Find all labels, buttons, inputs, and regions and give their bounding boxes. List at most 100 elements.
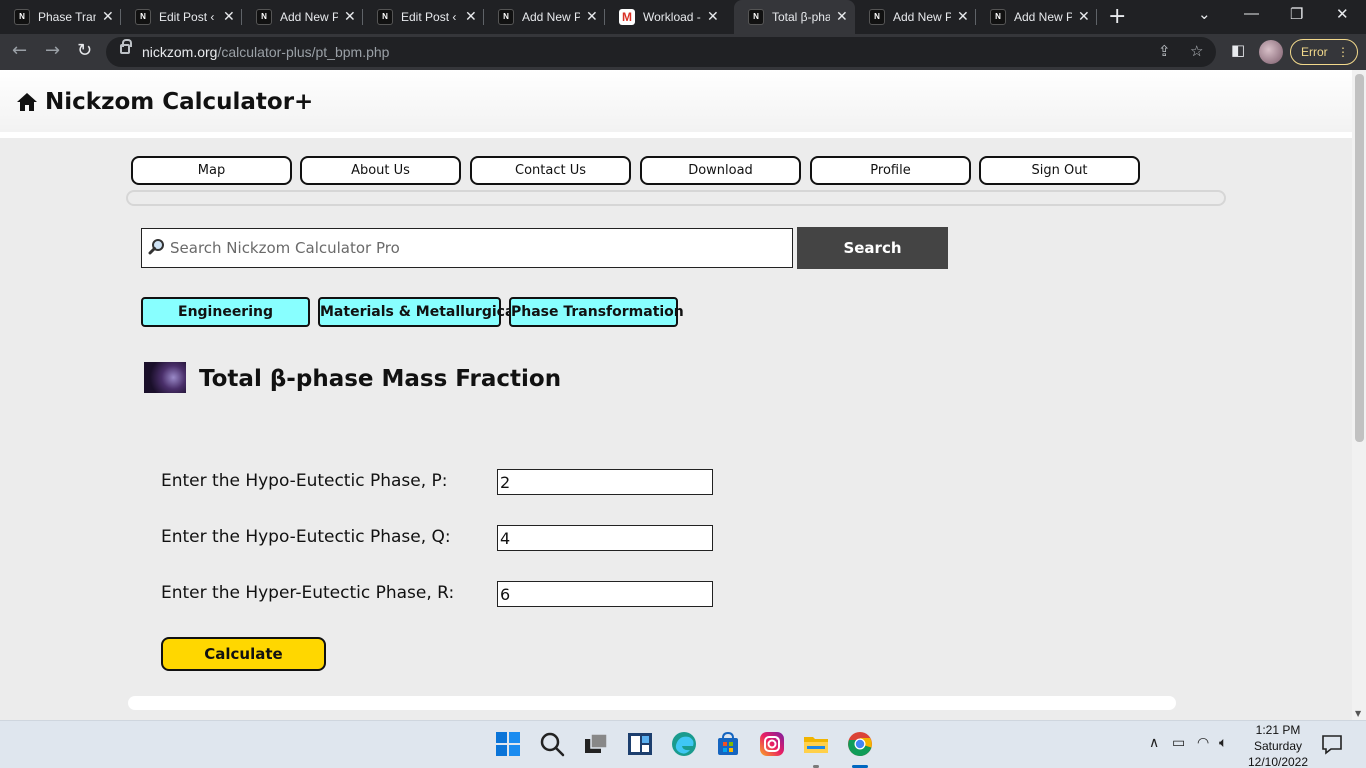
- phase-q-input[interactable]: [497, 525, 713, 551]
- browser-tab[interactable]: N Edit Post ‹ ✕: [363, 0, 484, 34]
- calculate-button[interactable]: Calculate: [161, 637, 326, 671]
- volume-icon[interactable]: 🔈︎: [1219, 735, 1227, 751]
- nickzom-icon: N: [990, 9, 1006, 25]
- menu-download-button[interactable]: Download: [640, 156, 801, 185]
- browser-tab[interactable]: N Edit Post ‹ ✕: [121, 0, 242, 34]
- close-icon[interactable]: ✕: [957, 8, 969, 24]
- field-label-q: Enter the Hypo-Eutectic Phase, Q:: [161, 527, 451, 547]
- category-materials-button[interactable]: Materials & Metallurgical: [318, 297, 519, 327]
- menu-contact-us-button[interactable]: Contact Us: [470, 156, 631, 185]
- lock-icon: [120, 39, 132, 54]
- category-phase-transformation-button[interactable]: Phase Transformation: [509, 297, 684, 327]
- tab-search-icon[interactable]: ⌄: [1198, 5, 1211, 23]
- nickzom-icon: N: [256, 9, 272, 25]
- task-view-icon[interactable]: [583, 731, 609, 757]
- tab-title: Workload -: [643, 10, 701, 24]
- error-button[interactable]: Error ⋮: [1290, 39, 1358, 65]
- close-icon[interactable]: ✕: [465, 8, 477, 24]
- new-tab-icon[interactable]: +: [1108, 4, 1126, 29]
- scroll-down-icon[interactable]: ▼: [1355, 709, 1361, 718]
- close-icon[interactable]: ✕: [223, 8, 235, 24]
- phase-r-input[interactable]: [497, 581, 713, 607]
- notification-icon[interactable]: [1321, 733, 1343, 755]
- menu-map-button[interactable]: Map: [131, 156, 292, 185]
- page-viewport: Nickzom Calculator+ Map About Us Contact…: [0, 70, 1352, 720]
- nickzom-icon: N: [135, 9, 151, 25]
- tab-title: Add New P: [893, 10, 951, 24]
- close-icon[interactable]: ✕: [102, 8, 114, 24]
- clock-time: 1:21 PM: [1255, 723, 1301, 737]
- search-icon: [148, 239, 164, 255]
- browser-tab[interactable]: N Phase Tran ✕: [0, 0, 121, 34]
- progress-bar: [126, 190, 1226, 206]
- nickzom-icon: N: [14, 9, 30, 25]
- share-icon[interactable]: ⇪: [1158, 42, 1171, 60]
- profile-avatar[interactable]: [1259, 40, 1283, 64]
- microsoft-store-icon[interactable]: [715, 731, 741, 757]
- restore-icon[interactable]: ❐: [1290, 5, 1303, 23]
- home-icon[interactable]: [16, 92, 38, 112]
- widgets-icon[interactable]: [627, 731, 653, 757]
- bookmark-star-icon[interactable]: ☆: [1190, 42, 1203, 60]
- reload-icon[interactable]: ↻: [77, 40, 92, 61]
- forward-icon[interactable]: →: [45, 40, 60, 61]
- tab-title: Phase Tran: [38, 10, 96, 24]
- scrollbar-thumb[interactable]: [1355, 74, 1364, 442]
- tab-title: Total β-pha: [772, 10, 830, 24]
- search-input[interactable]: [170, 237, 770, 259]
- tab-title: Add New P: [280, 10, 338, 24]
- category-engineering-button[interactable]: Engineering: [141, 297, 310, 327]
- field-label-r: Enter the Hyper-Eutectic Phase, R:: [161, 583, 455, 603]
- edge-icon[interactable]: [671, 731, 697, 757]
- search-box[interactable]: [141, 228, 793, 268]
- back-icon[interactable]: ←: [12, 40, 27, 61]
- windows-taskbar: ∧ ▭ ◠ 🔈︎ 1:21 PM Saturday 12/10/2022: [0, 720, 1366, 768]
- window-close-icon[interactable]: ✕: [1336, 5, 1349, 23]
- minimize-icon[interactable]: —: [1244, 5, 1259, 22]
- nickzom-icon: N: [498, 9, 514, 25]
- gmail-icon: M: [619, 9, 635, 25]
- browser-tab[interactable]: N Add New P ✕: [855, 0, 976, 34]
- search-icon[interactable]: [539, 731, 565, 757]
- site-header: Nickzom Calculator+: [0, 70, 1352, 138]
- calculator-thumbnail: [144, 362, 186, 393]
- close-icon[interactable]: ✕: [836, 8, 848, 24]
- side-panel-icon[interactable]: ◧: [1231, 41, 1245, 59]
- menu-sign-out-button[interactable]: Sign Out: [979, 156, 1140, 185]
- instagram-icon[interactable]: [759, 731, 785, 757]
- battery-icon[interactable]: ▭: [1172, 735, 1185, 751]
- close-icon[interactable]: ✕: [586, 8, 598, 24]
- menu-profile-button[interactable]: Profile: [810, 156, 971, 185]
- browser-tab[interactable]: N Add New P ✕: [484, 0, 605, 34]
- address-bar[interactable]: nickzom.org/calculator-plus/pt_bpm.php ⇪…: [106, 37, 1216, 67]
- menu-about-us-button[interactable]: About Us: [300, 156, 461, 185]
- system-clock[interactable]: 1:21 PM Saturday 12/10/2022: [1240, 722, 1316, 768]
- result-panel: [128, 696, 1176, 710]
- browser-toolbar: ← → ↻ nickzom.org/calculator-plus/pt_bpm…: [0, 34, 1366, 70]
- chevron-up-icon[interactable]: ∧: [1149, 735, 1159, 751]
- chrome-icon[interactable]: [847, 731, 873, 757]
- tab-title: Add New P: [1014, 10, 1072, 24]
- browser-tab[interactable]: N Add New P ✕: [242, 0, 363, 34]
- page-scrollbar[interactable]: ▼: [1352, 70, 1366, 720]
- browser-tab[interactable]: N Add New P ✕: [976, 0, 1097, 34]
- site-brand[interactable]: Nickzom Calculator+: [45, 89, 313, 115]
- search-button[interactable]: Search: [797, 227, 948, 269]
- page-title: Total β-phase Mass Fraction: [199, 366, 562, 392]
- file-explorer-icon[interactable]: [803, 731, 829, 757]
- close-icon[interactable]: ✕: [1078, 8, 1090, 24]
- close-icon[interactable]: ✕: [707, 8, 719, 24]
- nickzom-icon: N: [377, 9, 393, 25]
- more-menu-icon[interactable]: ⋮: [1337, 40, 1349, 64]
- nickzom-icon: N: [869, 9, 885, 25]
- tab-separator: [1096, 9, 1097, 25]
- windows-start-icon[interactable]: [495, 731, 521, 757]
- browser-tab[interactable]: M Workload - ✕: [605, 0, 726, 34]
- phase-p-input[interactable]: [497, 469, 713, 495]
- browser-tab-strip: N Phase Tran ✕ N Edit Post ‹ ✕ N Add New…: [0, 0, 1366, 34]
- close-icon[interactable]: ✕: [344, 8, 356, 24]
- nickzom-icon: N: [748, 9, 764, 25]
- clock-day: Saturday: [1253, 739, 1303, 753]
- wifi-icon[interactable]: ◠: [1197, 735, 1209, 751]
- browser-tab-active[interactable]: N Total β-pha ✕: [734, 0, 855, 34]
